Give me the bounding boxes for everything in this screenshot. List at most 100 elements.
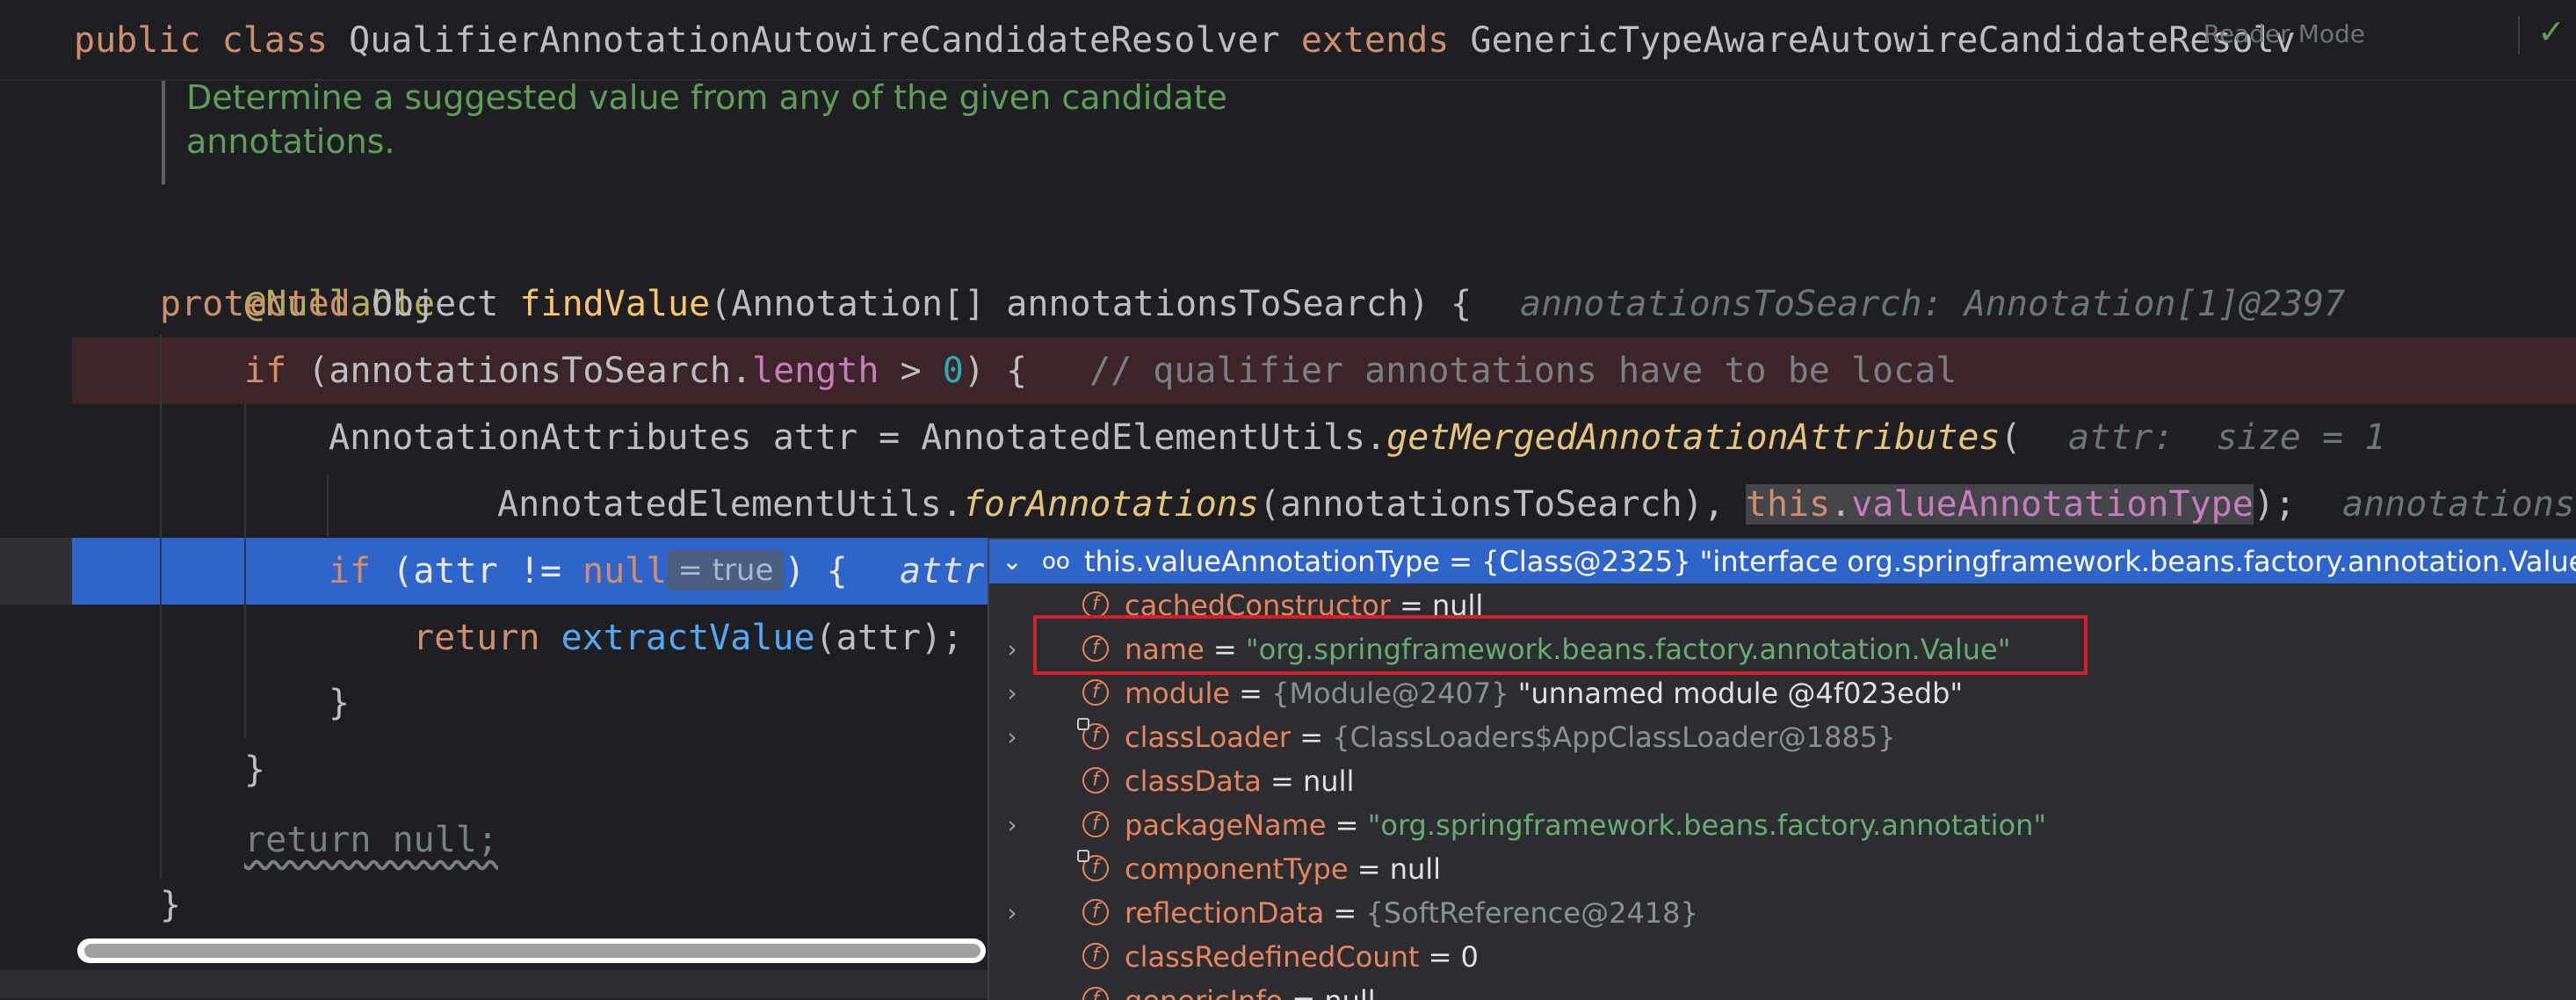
chevron-right-icon[interactable]: › <box>1000 671 1024 715</box>
keyword-return: return <box>413 618 540 658</box>
field-value: null <box>1324 984 1375 1000</box>
keyword-protected: protected <box>160 284 351 324</box>
keyword-extends: extends <box>1300 20 1450 61</box>
field-icon: f <box>1082 811 1109 837</box>
line-comment: // qualifier annotations have to be loca… <box>1089 351 1957 391</box>
field-text: reflectionData = {SoftReference@2418} <box>1125 891 1698 935</box>
code-text: ( <box>2000 417 2022 458</box>
field-name: classLoader <box>1125 721 1292 754</box>
field-icon: f <box>1082 591 1109 618</box>
code-text: (attr != <box>371 551 582 591</box>
number-literal: 0 <box>942 351 964 391</box>
chevron-right-icon[interactable]: › <box>1000 803 1024 847</box>
field-name: classData <box>1125 764 1262 798</box>
keyword-if: if <box>329 551 372 591</box>
javadoc-line: annotations. <box>186 122 395 161</box>
inline-debug-value-hint: attr: size = 1 <box>2068 417 2386 458</box>
code-line-method-signature[interactable]: protected Object findValue(Annotation[] … <box>160 271 2576 337</box>
field-equals: = <box>1283 984 1324 1000</box>
closing-brace: } <box>244 750 266 790</box>
code-text: > <box>879 351 943 391</box>
field-icon: f <box>1082 943 1109 969</box>
editor-bottom-strip <box>0 970 988 998</box>
field-object-ref: {SoftReference@2418} <box>1365 896 1698 930</box>
keyword-this: this <box>1745 484 1831 525</box>
field-row[interactable]: fgenericInfo = null <box>989 979 2576 1000</box>
chevron-right-icon[interactable]: › <box>1000 715 1024 759</box>
watch-icon: oo <box>1042 548 1070 575</box>
return-type: Object <box>350 284 520 324</box>
indent-guide <box>327 475 329 536</box>
inline-debug-value-hint: attr <box>900 551 985 591</box>
field-name: reflectionData <box>1125 896 1325 930</box>
field-equals: = <box>1326 808 1368 842</box>
keyword-class: class <box>221 20 329 61</box>
field-row[interactable]: f classRedefinedCount = 0 <box>989 935 2576 979</box>
code-text: AnnotatedElementUtils. <box>497 484 963 525</box>
editor-gutter[interactable] <box>0 0 72 998</box>
field-row[interactable]: › f classLoader = {ClassLoaders$AppClassLo… <box>989 715 2576 759</box>
code-text: (annotationsToSearch), <box>1258 484 1746 525</box>
inline-debug-value-hint: annotationsToSearch: Annotation[1]@2397 <box>1520 284 2346 324</box>
field-object-ref: {Module@2407} <box>1271 677 1509 710</box>
popup-header-text: this.valueAnnotationType = {Class@2325} … <box>1084 545 2576 578</box>
code-text: ); <box>2253 484 2297 525</box>
field-name: module <box>1125 677 1230 710</box>
field-value: "unnamed module @4f023edb" <box>1509 677 1964 710</box>
popup-header-row[interactable]: ⌄ oo this.valueAnnotationType = {Class@2… <box>989 540 2576 583</box>
chevron-down-icon[interactable]: ⌄ <box>1000 540 1024 583</box>
reader-mode-button[interactable]: Reader Mode <box>2203 19 2365 48</box>
superclass-name: GenericTypeAwareAutowireCandidateResolv <box>1470 20 2296 61</box>
field-name: packageName <box>1125 808 1327 842</box>
inline-debug-value-hint: annotations <box>2342 484 2575 525</box>
javadoc-comment: Determine a suggested value from any of … <box>162 76 1328 185</box>
field-equals: = <box>1348 852 1390 886</box>
scrollbar-thumb[interactable] <box>84 944 980 958</box>
horizontal-scrollbar[interactable] <box>77 938 986 963</box>
chevron-right-icon[interactable]: › <box>1000 627 1024 671</box>
code-text: (attr); <box>814 618 964 658</box>
code-text: AnnotationAttributes attr = AnnotatedEle… <box>329 417 1387 458</box>
closing-brace: } <box>160 885 182 925</box>
code-line-annotation[interactable]: @Nullable <box>160 204 2576 324</box>
keyword-if: if <box>244 351 287 391</box>
field-row[interactable]: › f reflectionData = {SoftReference@2418} <box>989 891 2576 935</box>
inline-evaluation-inlay[interactable]: = true <box>667 550 785 591</box>
field-valueAnnotationType: valueAnnotationType <box>1851 484 2254 525</box>
field-equals: = <box>1229 677 1272 710</box>
method-name-findValue: findValue <box>519 284 711 324</box>
class-declaration-line[interactable]: public class QualifierAnnotationAutowire… <box>74 7 2576 74</box>
field-value: null <box>1303 764 1355 798</box>
closing-brace: } <box>329 683 351 723</box>
method-call-forAnnotations: forAnnotations <box>962 484 1259 525</box>
debugger-value-popup[interactable]: ⌄ oo this.valueAnnotationType = {Class@2… <box>988 538 2576 1000</box>
field-icon: f <box>1082 899 1109 925</box>
field-row[interactable]: › f module = {Module@2407} "unnamed module… <box>989 671 2576 715</box>
execution-gutter-marker <box>0 538 72 605</box>
field-name: genericInfo <box>1125 984 1283 1000</box>
field-row[interactable]: f componentType = null <box>989 847 2576 891</box>
code-text: ) { <box>784 551 848 591</box>
field-text: classRedefinedCount = 0 <box>1125 935 1479 979</box>
keyword-null: null <box>582 551 668 591</box>
sticky-class-header[interactable]: public class QualifierAnnotationAutowire… <box>0 0 2576 81</box>
chevron-right-icon[interactable]: › <box>1000 891 1024 935</box>
selected-expression[interactable]: this.valueAnnotationType <box>1745 484 2254 525</box>
code-line-if-length[interactable]: if (annotationsToSearch.length > 0) {// … <box>244 337 2576 404</box>
javadoc-line: Determine a suggested value from any of … <box>186 78 1227 117</box>
field-object-ref: {ClassLoaders$AppClassLoader@1885} <box>1332 721 1896 754</box>
field-value: "org.springframework.beans.factory.annot… <box>1367 808 2047 842</box>
field-icon: f <box>1082 679 1109 706</box>
field-row[interactable]: › f packageName = "org.springframework.bea… <box>989 803 2576 847</box>
code-text: (annotationsToSearch. <box>286 351 752 391</box>
method-call-getMergedAnnotationAttributes: getMergedAnnotationAttributes <box>1386 417 2001 458</box>
field-text: classLoader = {ClassLoaders$AppClassLoad… <box>1125 715 1896 759</box>
method-params: (Annotation[] annotationsToSearch) { <box>710 284 1473 324</box>
indent-guide <box>244 404 246 738</box>
code-line-forAnnotations[interactable]: AnnotatedElementUtils.forAnnotations(ann… <box>497 471 2576 538</box>
code-line-attr-assignment[interactable]: AnnotationAttributes attr = AnnotatedEle… <box>329 404 2576 471</box>
field-equals: = <box>1261 764 1303 798</box>
unreachable-return-null: return null; <box>244 820 498 860</box>
inspection-ok-icon[interactable]: ✓ <box>2537 12 2565 51</box>
field-row[interactable]: f classData = null <box>989 759 2576 803</box>
